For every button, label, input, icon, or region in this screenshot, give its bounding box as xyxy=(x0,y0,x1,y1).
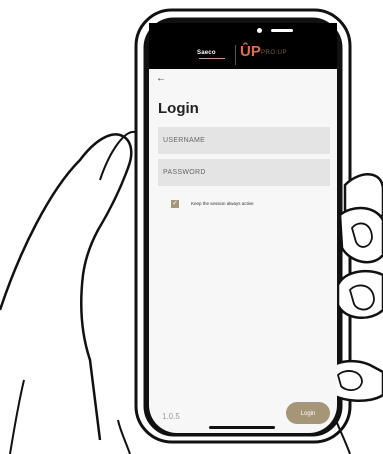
password-input[interactable] xyxy=(158,159,330,186)
wrist-line-2 xyxy=(117,419,131,454)
saeco-logo: Saeco xyxy=(197,50,216,56)
finger-nail-4 xyxy=(336,370,363,391)
keep-session-checkbox[interactable]: ✓ xyxy=(171,200,179,208)
phone-screen: Saeco ÛP PRO:UP ← Login ✓ Keep the sessi… xyxy=(149,23,337,433)
checkmark-icon: ✓ xyxy=(172,200,178,207)
speaker-icon xyxy=(271,29,293,32)
camera-icon xyxy=(257,28,262,33)
keep-session-label: Keep the session always active xyxy=(191,201,254,206)
home-indicator xyxy=(209,426,275,429)
left-hand-outline xyxy=(0,133,133,441)
app-version: 1.0.5 xyxy=(162,412,180,421)
app-header: Saeco ÛP PRO:UP xyxy=(149,23,337,69)
proup-logo-mark: ÛP xyxy=(240,43,261,60)
username-input[interactable] xyxy=(158,127,330,154)
login-button[interactable]: Login xyxy=(286,402,330,424)
header-divider xyxy=(235,45,236,65)
page-title: Login xyxy=(158,100,199,117)
phone-notch xyxy=(199,23,293,39)
back-arrow-icon[interactable]: ← xyxy=(156,74,166,84)
proup-logo-text: PRO:UP xyxy=(261,50,288,56)
saeco-logo-underline xyxy=(199,58,225,59)
wrist-line xyxy=(9,379,25,454)
